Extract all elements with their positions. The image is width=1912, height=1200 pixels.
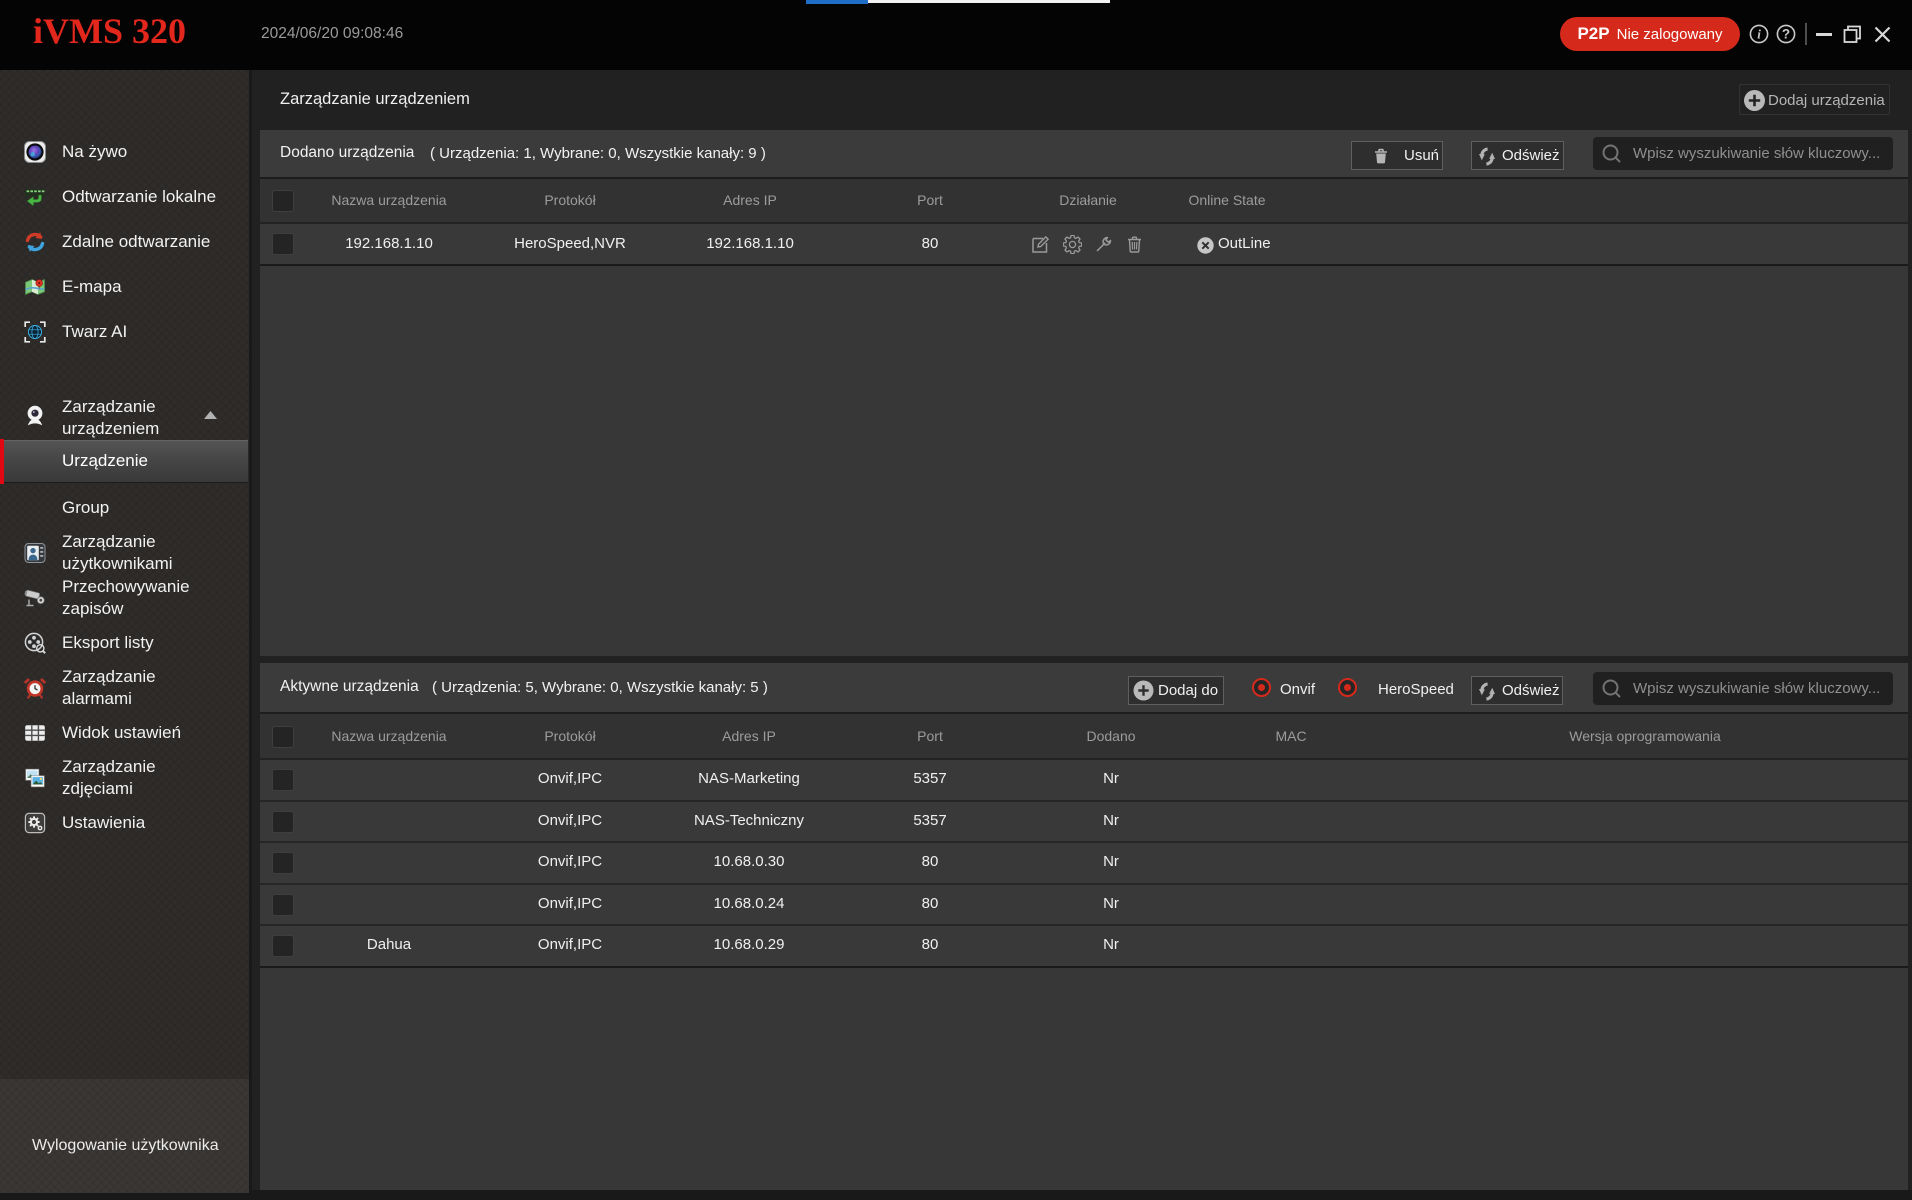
svg-text:?: ?: [1782, 27, 1790, 42]
svg-text:i: i: [1757, 27, 1761, 42]
